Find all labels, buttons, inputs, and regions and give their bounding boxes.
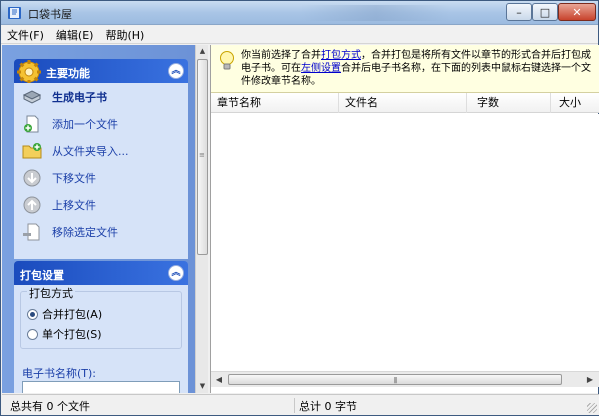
scroll-up-arrow-icon[interactable]: ▲ xyxy=(196,45,208,58)
app-window: 口袋书屋 – □ ✕ 文件(F) 编辑(E) 帮助(H) 主要功能 ︽ 生成电子… xyxy=(0,0,599,416)
list-horizontal-scrollbar[interactable]: ◀ ||| ▶ xyxy=(211,371,599,387)
main-functions-body: 生成电子书 添加一个文件 从文件夹导入... 下移文件 上移文件 移除选定文件 xyxy=(14,83,188,259)
task-move-down[interactable]: 下移文件 xyxy=(22,167,182,189)
scroll-grip-icon: ≡ xyxy=(199,151,205,159)
task-label: 上移文件 xyxy=(52,199,96,212)
pack-method-legend: 打包方式 xyxy=(27,285,75,301)
ebook-name-label: 电子书名称(T): xyxy=(22,367,97,380)
pack-settings-header[interactable]: 打包设置 ︽ xyxy=(14,261,188,285)
scroll-grip-icon: ||| xyxy=(393,377,397,384)
pack-settings-body: 打包方式 合并打包(A) 单个打包(S) 电子书名称(T): xyxy=(14,285,188,393)
scroll-down-arrow-icon[interactable]: ▼ xyxy=(196,380,208,393)
info-text-part: 你当前选择了合并 xyxy=(241,50,321,61)
main-functions-group: 主要功能 ︽ 生成电子书 添加一个文件 从文件夹导入... 下移文件 上移文件 … xyxy=(14,59,188,259)
task-move-up[interactable]: 上移文件 xyxy=(22,194,182,216)
horizontal-scroll-thumb[interactable]: ||| xyxy=(228,374,562,385)
maximize-button[interactable]: □ xyxy=(532,3,558,21)
window-title: 口袋书屋 xyxy=(28,8,72,21)
task-label: 从文件夹导入... xyxy=(52,145,129,158)
ebook-name-input[interactable] xyxy=(22,381,180,393)
left-settings-link[interactable]: 左侧设置 xyxy=(301,63,341,74)
app-book-icon xyxy=(7,5,23,21)
task-pane: 主要功能 ︽ 生成电子书 添加一个文件 从文件夹导入... 下移文件 上移文件 … xyxy=(2,45,208,393)
radio-merge-pack[interactable]: 合并打包(A) xyxy=(27,306,102,322)
info-tip-bar: 你当前选择了合并打包方式，合并打包是将所有文件以章节的形式合并后打包成电子书。可… xyxy=(211,45,599,93)
task-label: 生成电子书 xyxy=(52,91,107,104)
task-import-folder[interactable]: 从文件夹导入... xyxy=(22,140,182,162)
radio-indicator[interactable] xyxy=(27,328,38,340)
task-label: 添加一个文件 xyxy=(52,118,118,131)
lightbulb-icon xyxy=(219,50,235,72)
menu-bar: 文件(F) 编辑(E) 帮助(H) xyxy=(1,26,598,44)
column-header-chapter[interactable]: 章节名称 xyxy=(211,93,339,113)
move-down-icon xyxy=(22,168,42,188)
task-generate-ebook[interactable]: 生成电子书 xyxy=(22,86,182,108)
pack-method-link[interactable]: 打包方式 xyxy=(321,50,361,61)
book-stack-icon xyxy=(22,87,42,107)
scroll-left-arrow-icon[interactable]: ◀ xyxy=(211,372,227,388)
file-list[interactable] xyxy=(211,114,599,371)
task-label: 移除选定文件 xyxy=(52,226,118,239)
main-functions-header[interactable]: 主要功能 ︽ xyxy=(14,59,188,84)
resize-grip-icon[interactable] xyxy=(587,403,597,413)
add-file-icon xyxy=(22,114,42,134)
list-header: 章节名称 文件名 字数 大小 xyxy=(211,93,599,113)
main-functions-title: 主要功能 xyxy=(46,67,90,80)
task-label: 下移文件 xyxy=(52,172,96,185)
move-up-icon xyxy=(22,195,42,215)
pack-method-groupbox: 打包方式 合并打包(A) 单个打包(S) xyxy=(20,285,182,349)
menu-file[interactable]: 文件(F) xyxy=(7,27,44,43)
column-header-size[interactable]: 大小 xyxy=(551,93,599,113)
minimize-button[interactable]: – xyxy=(506,3,532,21)
status-file-count: 总共有 0 个文件 xyxy=(10,400,90,413)
pack-settings-group: 打包设置 ︽ 打包方式 合并打包(A) 单个打包(S) 电子书名称(T): xyxy=(14,261,188,393)
remove-file-icon xyxy=(22,222,42,242)
scroll-right-arrow-icon[interactable]: ▶ xyxy=(582,372,598,388)
folder-import-icon xyxy=(22,141,42,161)
menu-help[interactable]: 帮助(H) xyxy=(105,27,144,43)
collapse-main-functions-button[interactable]: ︽ xyxy=(168,63,184,79)
task-add-file[interactable]: 添加一个文件 xyxy=(22,113,182,135)
column-header-wordcount[interactable]: 字数 xyxy=(467,93,551,113)
radio-label: 单个打包(S) xyxy=(42,328,102,341)
close-button[interactable]: ✕ xyxy=(558,3,596,21)
status-bar: 总共有 0 个文件 总计 0 字节 xyxy=(2,394,599,415)
title-bar[interactable]: 口袋书屋 – □ ✕ xyxy=(1,1,598,25)
collapse-pack-settings-button[interactable]: ︽ xyxy=(168,265,184,281)
task-remove-file[interactable]: 移除选定文件 xyxy=(22,221,182,243)
task-pane-scrollbar[interactable]: ▲ ≡ ▼ xyxy=(195,45,208,393)
column-header-filename[interactable]: 文件名 xyxy=(339,93,467,113)
menu-edit[interactable]: 编辑(E) xyxy=(56,27,94,43)
radio-indicator[interactable] xyxy=(27,308,38,320)
pack-settings-title: 打包设置 xyxy=(20,269,64,282)
info-tip-text: 你当前选择了合并打包方式，合并打包是将所有文件以章节的形式合并后打包成电子书。可… xyxy=(241,49,593,88)
status-total-bytes: 总计 0 字节 xyxy=(294,398,584,413)
radio-single-pack[interactable]: 单个打包(S) xyxy=(27,326,102,342)
radio-label: 合并打包(A) xyxy=(42,308,103,321)
file-list-pane: 你当前选择了合并打包方式，合并打包是将所有文件以章节的形式合并后打包成电子书。可… xyxy=(210,45,599,393)
title-bar-glow xyxy=(301,5,451,21)
